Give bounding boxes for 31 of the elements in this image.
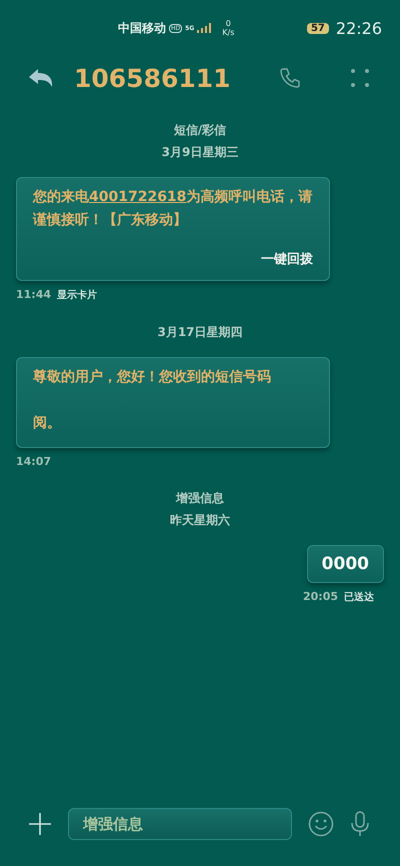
date-label: 增强信息 bbox=[176, 490, 224, 507]
date-label: 3月9日星期三 bbox=[162, 144, 238, 161]
more-icon[interactable] bbox=[350, 68, 370, 88]
back-arrow-icon[interactable] bbox=[28, 68, 54, 88]
battery-icon: 57 bbox=[306, 22, 329, 34]
phone-link[interactable]: 4001722618 bbox=[89, 189, 186, 205]
phone-icon[interactable] bbox=[278, 66, 302, 90]
sent-message-bubble[interactable]: 0000 bbox=[306, 545, 384, 583]
emoji-icon[interactable] bbox=[308, 811, 334, 837]
message-bubble[interactable]: 尊敬的用户，您好！您收到的短信号码 阅。 bbox=[16, 357, 330, 448]
date-label: 短信/彩信 bbox=[174, 122, 226, 139]
message-bubble[interactable]: 您的来电4001722618为高频呼叫电话，请谨慎接听！【广东移动】 一键回拨 bbox=[16, 177, 330, 281]
delivery-status: 已送达 bbox=[344, 590, 374, 604]
speed-value: 0 bbox=[226, 19, 231, 28]
message-time: 14:07 bbox=[16, 455, 52, 468]
contact-number: 106586111 bbox=[74, 64, 231, 92]
message-time: 20:05 bbox=[302, 590, 338, 604]
message-text: 尊敬的用户，您好！您收到的短信号码 bbox=[33, 368, 272, 387]
date-label: 昨天星期六 bbox=[170, 512, 230, 529]
add-icon[interactable] bbox=[28, 812, 52, 836]
date-label: 3月17日星期四 bbox=[157, 324, 243, 341]
message-text: 阅。 bbox=[33, 414, 62, 433]
speed-unit: K/s bbox=[222, 28, 234, 37]
clock-time: 22:26 bbox=[336, 18, 382, 38]
carrier-name: 中国移动 bbox=[118, 20, 166, 36]
show-card-link[interactable]: 显示卡片 bbox=[57, 288, 98, 302]
callback-link[interactable]: 一键回拨 bbox=[261, 250, 313, 268]
message-time: 11:44 bbox=[16, 288, 52, 302]
signal-icon bbox=[197, 23, 214, 33]
message-text: 您的来电4001722618为高频呼叫电话，请谨慎接听！【广东移动】 bbox=[33, 188, 313, 230]
microphone-icon[interactable] bbox=[350, 811, 370, 837]
